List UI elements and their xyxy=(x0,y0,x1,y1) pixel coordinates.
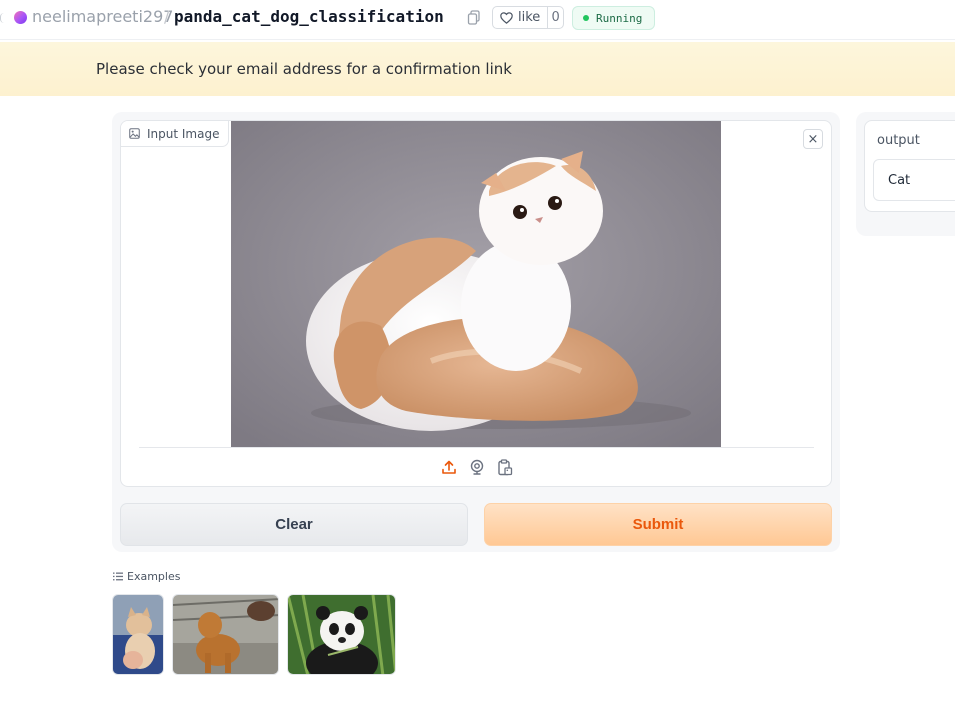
submit-button[interactable]: Submit xyxy=(484,503,832,546)
clear-image-button[interactable]: × xyxy=(803,129,823,149)
clipboard-icon[interactable] xyxy=(497,457,514,477)
upload-icon[interactable] xyxy=(441,457,458,477)
top-header: neelimapreeti297 / panda_cat_dog_classif… xyxy=(0,0,955,40)
owner-avatar[interactable] xyxy=(14,11,27,24)
like-button[interactable]: like 0 xyxy=(492,6,564,29)
examples-header: Examples xyxy=(113,570,180,583)
heart-icon xyxy=(500,11,513,24)
image-input[interactable]: Input Image × xyxy=(120,120,832,487)
status-badge[interactable]: Running xyxy=(572,6,655,30)
cat-example-image xyxy=(113,595,163,674)
collapsed-edge xyxy=(0,13,4,23)
like-label: like xyxy=(518,10,541,25)
webcam-icon[interactable] xyxy=(469,457,486,477)
path-separator: / xyxy=(164,7,170,26)
panda-example-image xyxy=(288,595,395,674)
status-dot-icon xyxy=(583,15,589,21)
image-divider xyxy=(139,447,814,448)
output-textbox[interactable]: Cat xyxy=(873,159,955,201)
notification-banner: Please check your email address for a co… xyxy=(0,42,955,96)
like-main[interactable]: like xyxy=(493,7,549,28)
output-label: output xyxy=(877,133,920,148)
owner-name[interactable]: neelimapreeti297 xyxy=(32,7,173,26)
like-count[interactable]: 0 xyxy=(548,7,563,28)
image-icon xyxy=(129,128,140,139)
dog-example-image xyxy=(173,595,278,674)
image-input-label: Input Image xyxy=(121,121,230,147)
list-icon xyxy=(113,572,123,581)
image-source-toolbar xyxy=(121,457,831,479)
repo-name[interactable]: panda_cat_dog_classification xyxy=(174,7,444,26)
cat-preview-image xyxy=(231,121,721,447)
examples-title: Examples xyxy=(127,570,181,583)
example-panda[interactable] xyxy=(287,594,396,675)
copy-icon[interactable] xyxy=(467,10,481,26)
example-dog[interactable] xyxy=(172,594,279,675)
banner-message: Please check your email address for a co… xyxy=(96,60,512,78)
output-box: output Cat xyxy=(864,120,955,212)
clear-button[interactable]: Clear xyxy=(120,503,468,546)
input-label-text: Input Image xyxy=(147,126,220,141)
example-cat[interactable] xyxy=(112,594,164,675)
status-text: Running xyxy=(596,11,643,25)
